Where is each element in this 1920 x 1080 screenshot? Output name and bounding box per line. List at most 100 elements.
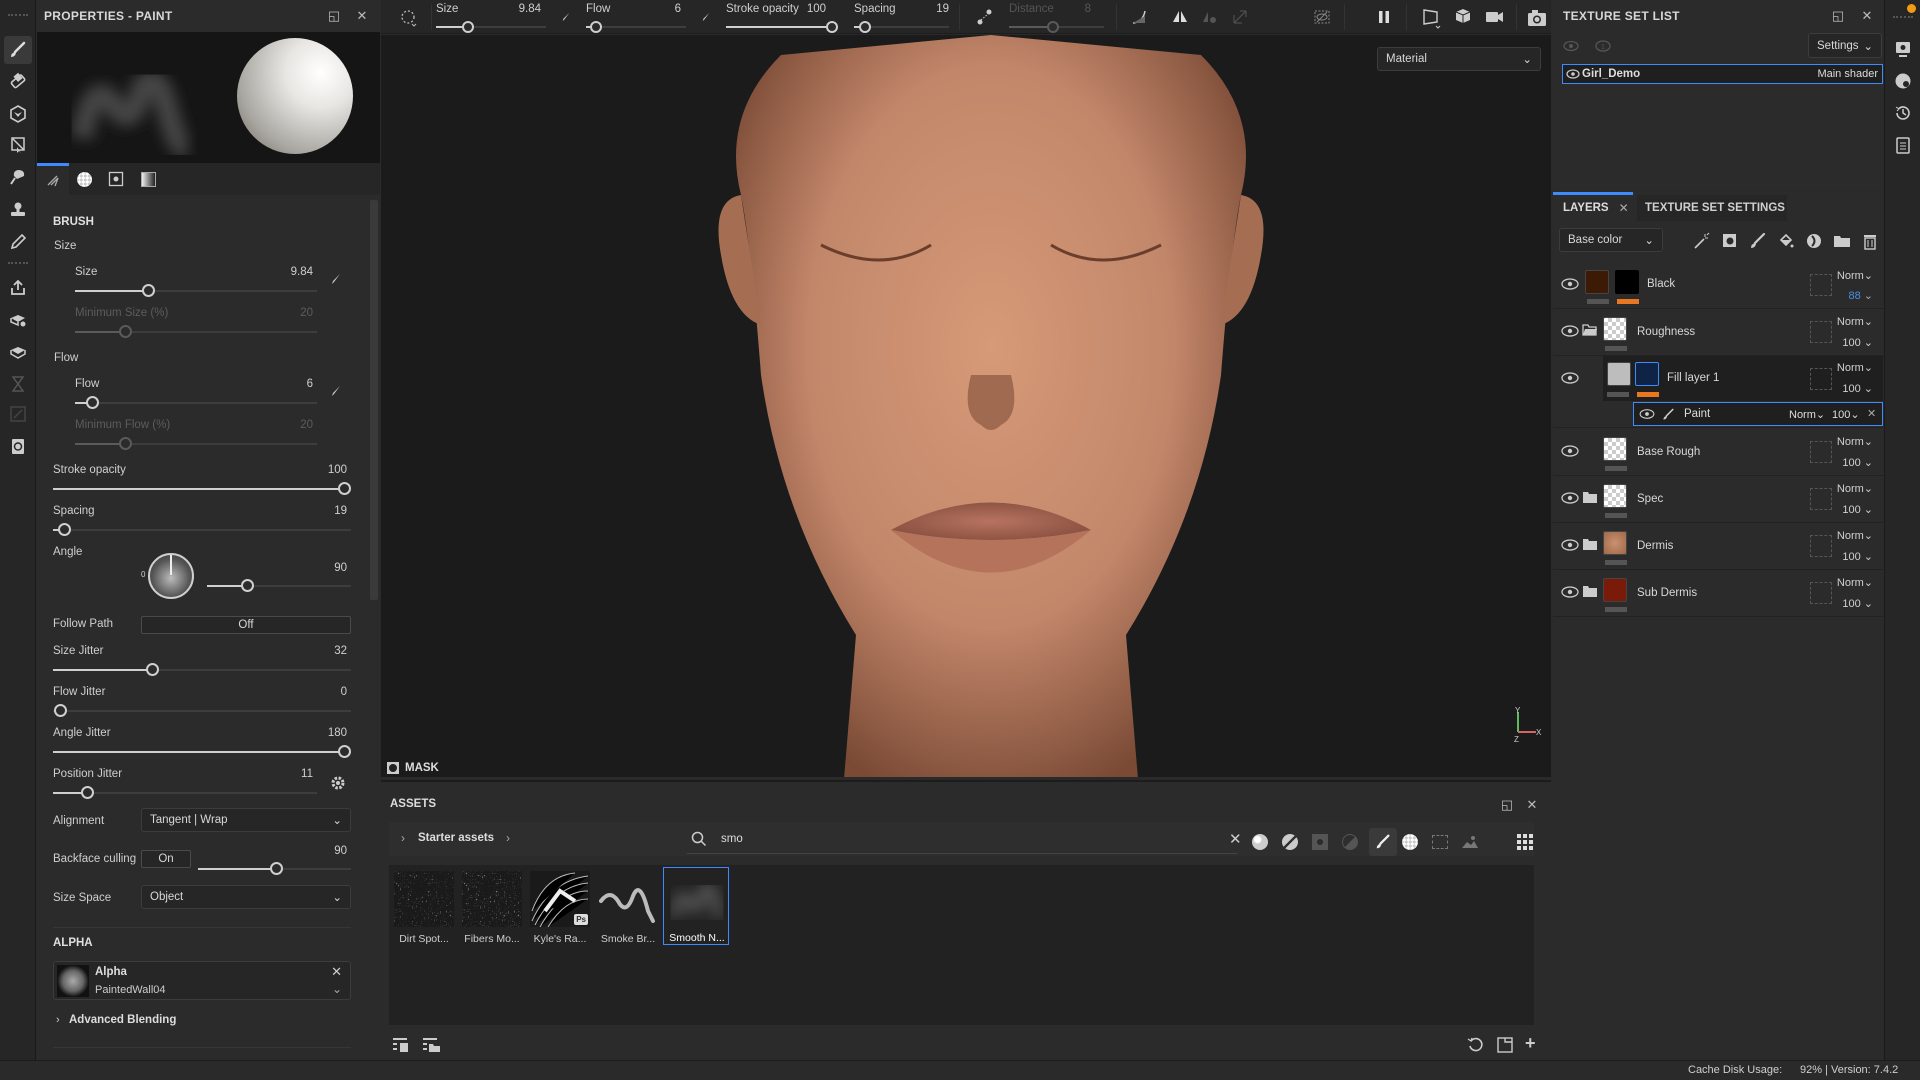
undock-button[interactable]: ◱ [1831,9,1845,23]
layer-row[interactable]: Base Rough Norm⌄ 100 ⌄ [1553,429,1883,476]
topbar-flow-value[interactable]: 6 [651,3,681,15]
eye-icon[interactable] [1639,408,1655,420]
clear-search-icon[interactable]: ✕ [1229,830,1242,848]
close-icon[interactable]: ✕ [1619,201,1629,215]
effect-opacity[interactable]: 100⌄ [1832,408,1860,421]
breadcrumb-starter-assets[interactable]: Starter assets [418,832,494,844]
layer-opacity[interactable]: 100 ⌄ [1842,597,1873,610]
channel-dropdown[interactable]: Base color ⌄ [1559,228,1663,252]
import-folder-icon[interactable] [423,1037,441,1053]
blend-mode[interactable]: Norm⌄ [1837,269,1873,282]
chevron-right-icon[interactable]: › [401,831,405,845]
add-icon[interactable]: + [1525,1033,1536,1054]
asset-item[interactable]: Dirt Spot... [391,867,457,945]
asset-item[interactable]: Smoke Br... [595,867,661,945]
pause-icon[interactable] [1376,9,1392,25]
filter-alphas-button[interactable] [1399,831,1421,853]
undock-button[interactable]: ◱ [327,9,341,23]
mesh-tool[interactable] [4,338,32,366]
filter-textures-button[interactable] [1429,831,1451,853]
size-jitter-slider[interactable] [53,663,351,676]
alpha-selector[interactable]: Alpha PaintedWall04 ✕ ⌄ [53,961,351,1000]
smudge-tool[interactable] [4,163,32,191]
texture-set-item[interactable]: Girl_Demo Main shader [1562,64,1883,84]
folder-icon[interactable] [1582,490,1598,504]
topbar-spacing-value[interactable]: 19 [919,3,949,15]
display-settings-icon[interactable] [1894,40,1912,58]
eye-check-icon[interactable] [1563,39,1581,53]
close-button[interactable]: ✕ [355,9,369,23]
add-mask-icon[interactable] [1721,232,1739,250]
lazy-mouse-icon[interactable] [976,8,994,26]
properties-scrollbar[interactable] [370,200,378,600]
stroke-opacity-value[interactable]: 100 [307,464,347,476]
display-cube-icon[interactable] [1453,7,1475,29]
layer-opacity[interactable]: 88 ⌄ [1848,289,1873,302]
filter-smart-materials-button[interactable] [1279,831,1301,853]
size-value[interactable]: 9.84 [273,266,313,278]
size-jitter-value[interactable]: 32 [307,645,347,657]
layer-opacity[interactable]: 100 ⌄ [1842,550,1873,563]
layer-row[interactable]: Black Norm⌄ 88 ⌄ [1553,262,1883,309]
viewport-mode-dropdown[interactable]: Material ⌄ [1377,47,1541,71]
shader-settings-icon[interactable] [1894,72,1912,90]
bake-tool[interactable] [4,306,32,334]
add-fill-layer-icon[interactable] [1777,232,1795,250]
history-icon[interactable] [1894,104,1912,122]
blend-mode[interactable]: Norm⌄ [1837,482,1873,495]
symmetry-icon[interactable] [1171,8,1189,26]
layer-opacity[interactable]: 100 ⌄ [1842,456,1873,469]
toolbar-grip[interactable] [1893,16,1913,19]
pressure-curve-icon[interactable] [1131,8,1149,26]
layer-opacity[interactable]: 100 ⌄ [1842,336,1873,349]
follow-path-toggle[interactable]: Off [141,616,351,634]
layer-opacity[interactable]: 100 ⌄ [1842,382,1873,395]
tab-layers[interactable]: LAYERS ✕ [1553,195,1633,221]
pen-pressure-icon[interactable] [330,273,342,285]
tab-stencil[interactable] [101,163,131,195]
eye-icon[interactable] [1561,324,1579,338]
eye-icon[interactable] [1561,585,1579,599]
hide-overlay-icon[interactable] [1313,8,1331,26]
undock-button[interactable]: ◱ [1500,798,1514,812]
clone-tool[interactable] [4,196,32,224]
layer-mask-slot[interactable] [1810,321,1832,343]
eye-icon[interactable] [1561,491,1579,505]
paint-brush-tool[interactable] [4,36,32,64]
texture-set-settings-dropdown[interactable]: Settings ⌄ [1808,33,1882,58]
new-window-icon[interactable] [1496,1036,1514,1054]
effect-row-paint[interactable]: Paint Norm⌄ 100⌄ ✕ [1633,402,1883,426]
sync-tool[interactable] [4,432,32,460]
eye-icon[interactable] [1561,371,1579,385]
chevron-right-icon[interactable]: › [506,831,510,845]
blend-mode[interactable]: Norm⌄ [1837,315,1873,328]
layer-mask-slot[interactable] [1810,441,1832,463]
folder-icon[interactable] [1582,584,1598,598]
angle-jitter-value[interactable]: 180 [307,727,347,739]
filter-environments-button[interactable] [1459,831,1481,853]
layer-row[interactable]: Roughness Norm⌄ 100 ⌄ [1553,309,1883,356]
tab-brush[interactable] [37,163,69,195]
viewport-mode-icon[interactable] [1421,7,1443,29]
filter-generators-button[interactable] [1339,831,1361,853]
alignment-dropdown[interactable]: Tangent | Wrap ⌄ [141,808,351,832]
asset-item-selected[interactable]: Smooth N... [663,867,729,945]
eye-icon[interactable] [1561,444,1579,458]
pen-pressure-icon[interactable] [561,12,571,22]
geometry-fill-tool[interactable] [4,131,32,159]
angle-dial[interactable] [148,553,194,599]
camera-video-icon[interactable] [1484,7,1506,29]
layer-mask-slot[interactable] [1810,535,1832,557]
add-paint-layer-icon[interactable] [1749,232,1767,250]
layer-name[interactable]: Spec [1637,493,1663,505]
close-button[interactable]: ✕ [1860,9,1874,23]
tab-alpha[interactable] [69,163,99,195]
asset-item[interactable]: Ps Kyle's Ra... [527,867,593,945]
alpha-clear-icon[interactable]: ✕ [331,964,342,980]
close-button[interactable]: ✕ [1525,798,1539,812]
layer-mask-slot[interactable] [1810,582,1832,604]
add-smart-material-icon[interactable] [1805,232,1823,250]
filter-materials-button[interactable] [1249,831,1271,853]
layer-row[interactable]: Dermis Norm⌄ 100 ⌄ [1553,523,1883,570]
flow-slider[interactable] [75,396,317,409]
